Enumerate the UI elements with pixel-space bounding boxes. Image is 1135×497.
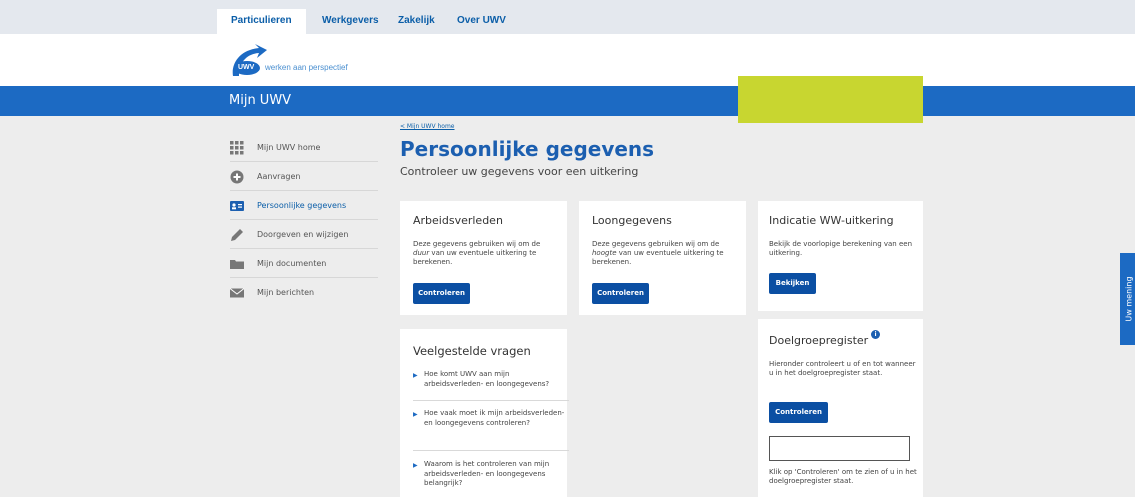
faq-item[interactable]: ▶ Waarom is het controleren van mijn arbe…: [413, 460, 569, 489]
page-title: Persoonlijke gegevens: [400, 137, 655, 161]
info-icon[interactable]: i: [871, 330, 880, 339]
id-card-icon: [230, 201, 244, 211]
feedback-tab[interactable]: Uw mening: [1120, 253, 1135, 345]
sidebar-item-label: Mijn UWV home: [257, 143, 321, 152]
sidebar-item-doorgeven[interactable]: Doorgeven en wijzigen: [230, 223, 378, 249]
accent-block: [738, 76, 923, 123]
page-subtitle: Controleer uw gegevens voor een uitkerin…: [400, 165, 639, 178]
sidebar-item-label: Persoonlijke gegevens: [257, 201, 347, 210]
card-loongegevens: Loongegevens Deze gegevens gebruiken wij…: [579, 201, 746, 315]
card-title: Doelgroepregister: [769, 334, 869, 347]
breadcrumb[interactable]: < Mijn UWV home: [400, 123, 455, 130]
card-indicatie-ww: Indicatie WW-uitkering Bekijk de voorlop…: [758, 201, 923, 311]
sidebar-item-home[interactable]: Mijn UWV home: [230, 136, 378, 162]
caret-right-icon: ▶: [413, 462, 418, 469]
sidebar-item-label: Mijn berichten: [257, 288, 315, 297]
card-title: Indicatie WW-uitkering: [769, 214, 894, 227]
card-title: Arbeidsverleden: [413, 214, 503, 227]
header-bar: [0, 86, 1135, 116]
sidebar-item-persoonlijke-gegevens[interactable]: Persoonlijke gegevens: [230, 194, 378, 220]
sidebar-item-aanvragen[interactable]: Aanvragen: [230, 165, 378, 191]
logo-tagline: werken aan perspectief: [265, 63, 348, 72]
faq-item[interactable]: ▶ Hoe vaak moet ik mijn arbeidsverleden- …: [413, 409, 569, 428]
faq-divider: [413, 450, 569, 451]
controleren-button[interactable]: Controleren: [592, 283, 649, 304]
logo-band: [0, 34, 1135, 86]
card-text: Deze gegevens gebruiken wij om de hoogte…: [592, 240, 724, 266]
card-text: Deze gegevens gebruiken wij om de duur v…: [413, 240, 541, 266]
doelgroep-result-field[interactable]: [769, 436, 910, 461]
folder-icon: [230, 260, 244, 269]
caret-right-icon: ▶: [413, 372, 418, 379]
tab-zakelijk[interactable]: Zakelijk: [398, 9, 435, 34]
card-note: Klik op 'Controleren' om te zien of u in…: [769, 468, 917, 485]
sidebar-item-documenten[interactable]: Mijn documenten: [230, 252, 378, 278]
controleren-button[interactable]: Controleren: [413, 283, 470, 304]
faq-item[interactable]: ▶ Hoe komt UWV aan mijn arbeidsverleden- …: [413, 370, 569, 389]
logo-brand: UWV: [238, 64, 255, 71]
card-title: Veelgestelde vragen: [413, 344, 531, 358]
card-text: Bekijk de voorlopige berekening van een …: [769, 240, 913, 257]
card-faq: Veelgestelde vragen ▶ Hoe komt UWV aan mi…: [400, 329, 569, 497]
controleren-button[interactable]: Controleren: [769, 402, 828, 423]
sidebar-item-label: Mijn documenten: [257, 259, 327, 268]
grid-icon: [230, 141, 244, 155]
faq-divider: [413, 400, 569, 401]
feedback-label: Uw mening: [1124, 276, 1134, 322]
sidebar-item-berichten[interactable]: Mijn berichten: [230, 281, 378, 307]
sidebar-item-label: Aanvragen: [257, 172, 301, 181]
header-title: Mijn UWV: [229, 93, 292, 108]
uwv-swoosh-icon: [232, 44, 267, 76]
sidebar-item-label: Doorgeven en wijzigen: [257, 230, 349, 239]
card-text: Hieronder controleert u of en tot wannee…: [769, 360, 916, 377]
card-title: Loongegevens: [592, 214, 672, 227]
tab-over-uwv[interactable]: Over UWV: [457, 9, 506, 34]
card-arbeidsverleden: Arbeidsverleden Deze gegevens gebruiken …: [400, 201, 567, 315]
plus-circle-icon: [230, 170, 244, 184]
card-doelgroepregister: Doelgroepregister i Hieronder controleer…: [758, 319, 923, 497]
caret-right-icon: ▶: [413, 411, 418, 418]
uwv-logo[interactable]: UWV: [229, 42, 379, 82]
tab-werkgevers[interactable]: Werkgevers: [322, 9, 379, 34]
envelope-icon: [230, 288, 244, 298]
top-navigation: Particulieren Werkgevers Zakelijk Over U…: [0, 0, 1135, 34]
bekijken-button[interactable]: Bekijken: [769, 273, 816, 294]
pencil-icon: [231, 229, 243, 241]
tab-particulieren[interactable]: Particulieren: [217, 9, 306, 34]
